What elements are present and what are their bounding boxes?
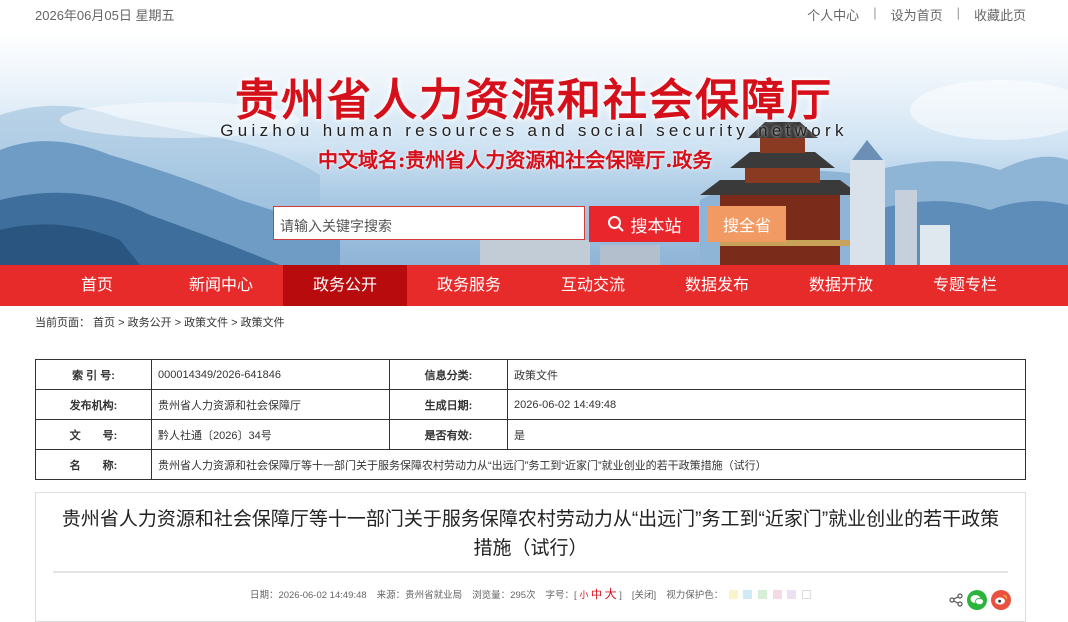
category-label: 信息分类:	[389, 359, 508, 390]
eye-color-swatch[interactable]	[787, 590, 797, 600]
eye-color-swatch[interactable]	[743, 590, 753, 600]
link-set-homepage[interactable]: 设为首页	[891, 5, 943, 24]
valid-value: 是	[507, 419, 1026, 450]
search-input[interactable]: 请输入关键字搜索	[273, 206, 585, 240]
search-site-label: 搜本站	[630, 216, 682, 236]
separator: |	[873, 5, 877, 20]
nav-data-release[interactable]: 数据发布	[655, 265, 779, 306]
link-personal-center[interactable]: 个人中心	[807, 5, 859, 24]
article-meta: 日期：2026-06-02 14:49:48 来源：贵州省就业局 浏览量：295…	[36, 585, 1025, 602]
link-bookmark[interactable]: 收藏此页	[974, 5, 1026, 24]
category-value: 政策文件	[507, 359, 1026, 390]
separator: |	[956, 5, 960, 20]
table-row: 发布机构: 贵州省人力资源和社会保障厅 生成日期: 2026-06-02 14:…	[35, 389, 1026, 420]
name-label: 名 称:	[35, 449, 152, 480]
nav-home[interactable]: 首页	[35, 265, 159, 306]
main-nav: 首页 新闻中心 政务公开 政务服务 互动交流 数据发布 数据开放 专题专栏	[0, 265, 1068, 306]
eye-protection-control: 视力保护色：	[666, 587, 812, 601]
divider	[53, 571, 1008, 573]
font-medium-button[interactable]: 中	[591, 589, 602, 601]
nav-interaction[interactable]: 互动交流	[531, 265, 655, 306]
weibo-icon[interactable]	[991, 590, 1011, 610]
article-title: 贵州省人力资源和社会保障厅等十一部门关于服务保障农村劳动力从“出远门”务工到“近…	[61, 509, 1000, 559]
header-banner: 2026年06月05日 星期五 个人中心 | 设为首页 | 收藏此页 贵州省人力…	[0, 0, 1068, 265]
valid-label: 是否有效:	[389, 419, 508, 450]
name-value: 贵州省人力资源和社会保障厅等十一部门关于服务保障农村劳动力从“出远门”务工到“近…	[151, 449, 1026, 480]
publisher-value: 贵州省人力资源和社会保障厅	[151, 389, 390, 420]
eye-color-swatch[interactable]	[758, 590, 768, 600]
font-size-label: 字号：[	[545, 590, 577, 601]
document-info-table: 索 引 号: 000014349/2026-641846 信息分类: 政策文件 …	[35, 359, 1026, 480]
publisher-label: 发布机构:	[35, 389, 152, 420]
font-large-button[interactable]: 大	[605, 587, 617, 601]
share-icon[interactable]	[949, 593, 963, 607]
close-page-link[interactable]: [关闭]	[632, 587, 656, 601]
site-title: 贵州省人力资源和社会保障厅	[235, 75, 833, 126]
meta-views: 浏览量：295次	[472, 589, 536, 601]
index-value: 000014349/2026-641846	[151, 359, 390, 390]
nav-data-open[interactable]: 数据开放	[779, 265, 903, 306]
nav-news[interactable]: 新闻中心	[159, 265, 283, 306]
search-province-button[interactable]: 搜全省	[708, 206, 786, 242]
breadcrumb[interactable]: 当前页面： 首页 > 政务公开 > 政策文件 > 政策文件	[35, 314, 285, 330]
docno-label: 文 号:	[35, 419, 152, 450]
share-bar	[949, 590, 1011, 610]
font-small-button[interactable]: 小	[579, 590, 588, 600]
font-size-control: 字号：[ 小 中 大 ]	[546, 585, 622, 602]
pavilion-illustration	[700, 122, 860, 265]
search-site-button[interactable]: 搜本站	[589, 206, 699, 242]
nav-special-topics[interactable]: 专题专栏	[903, 265, 1027, 306]
nav-gov-affairs[interactable]: 政务公开	[283, 265, 407, 306]
created-label: 生成日期:	[389, 389, 508, 420]
site-domain: 中文域名:贵州省人力资源和社会保障厅.政务	[318, 148, 713, 172]
top-bar: 2026年06月05日 星期五 个人中心 | 设为首页 | 收藏此页	[0, 0, 1068, 28]
nav-gov-services[interactable]: 政务服务	[407, 265, 531, 306]
table-row: 名 称: 贵州省人力资源和社会保障厅等十一部门关于服务保障农村劳动力从“出远门”…	[35, 449, 1026, 480]
font-size-end: ]	[619, 590, 622, 601]
eye-color-swatch[interactable]	[728, 590, 738, 600]
top-links: 个人中心 | 设为首页 | 收藏此页	[807, 5, 1026, 24]
site-subtitle-en: Guizhou human resources and social secur…	[220, 121, 848, 140]
docno-value: 黔人社通〔2026〕34号	[151, 419, 390, 450]
search-icon	[607, 216, 624, 232]
meta-source: 来源：贵州省就业局	[376, 589, 463, 601]
meta-date: 日期：2026-06-02 14:49:48	[249, 589, 367, 601]
eye-color-swatch[interactable]	[772, 590, 782, 600]
table-row: 索 引 号: 000014349/2026-641846 信息分类: 政策文件	[35, 359, 1026, 390]
eye-color-swatch[interactable]	[802, 590, 812, 600]
created-value: 2026-06-02 14:49:48	[507, 389, 1026, 420]
wechat-icon[interactable]	[967, 590, 987, 610]
article-panel: 贵州省人力资源和社会保障厅等十一部门关于服务保障农村劳动力从“出远门”务工到“近…	[35, 492, 1026, 622]
index-label: 索 引 号:	[35, 359, 152, 390]
current-date: 2026年06月05日 星期五	[35, 8, 175, 23]
eye-protection-label: 视力保护色：	[666, 589, 724, 601]
table-row: 文 号: 黔人社通〔2026〕34号 是否有效: 是	[35, 419, 1026, 450]
